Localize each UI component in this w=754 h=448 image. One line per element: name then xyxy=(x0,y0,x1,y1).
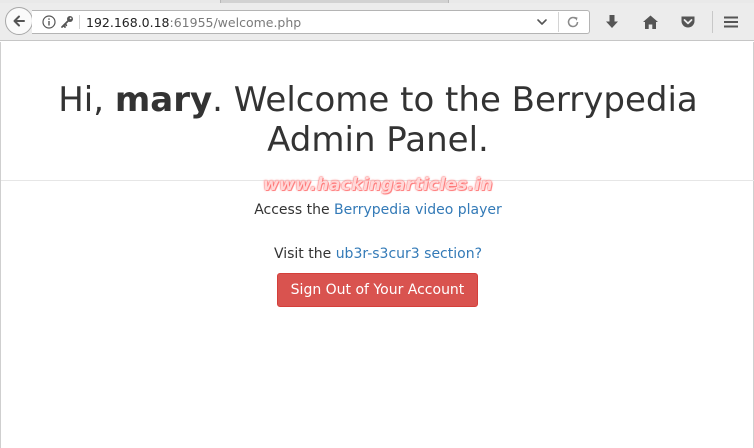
address-bar[interactable]: 192.168.0.18:61955/welcome.php xyxy=(32,10,590,34)
pocket-icon xyxy=(681,16,695,28)
home-button[interactable] xyxy=(640,12,660,32)
home-icon xyxy=(642,15,658,29)
sign-out-button[interactable]: Sign Out of Your Account xyxy=(277,273,478,307)
hamburger-menu-icon xyxy=(724,16,738,28)
navigation-toolbar: 192.168.0.18:61955/welcome.php xyxy=(0,3,754,41)
url-path: :61955/welcome.php xyxy=(169,15,302,30)
url-host: 192.168.0.18 xyxy=(86,15,170,30)
download-icon xyxy=(606,15,618,28)
toolbar-separator xyxy=(712,11,713,33)
key-icon[interactable] xyxy=(60,15,74,29)
greeting-line2: Admin Panel. xyxy=(267,120,489,160)
reload-icon[interactable] xyxy=(566,15,580,29)
greeting-suffix: . Welcome to the Berrypedia xyxy=(212,80,698,120)
welcome-heading: Hi, mary. Welcome to the Berrypedia Admin… xyxy=(1,80,754,160)
username: mary xyxy=(114,80,213,120)
watermark: www.hackingarticles.in xyxy=(263,175,493,195)
access-line: Access the Berrypedia video player xyxy=(1,201,754,219)
downloads-button[interactable] xyxy=(602,12,622,32)
url-text[interactable]: 192.168.0.18:61955/welcome.php xyxy=(86,15,301,30)
info-icon[interactable] xyxy=(42,15,56,29)
secure-section-link[interactable]: ub3r-s3cur3 section? xyxy=(336,246,482,262)
url-divider xyxy=(558,12,559,32)
back-arrow-icon xyxy=(13,15,25,27)
chevron-down-icon[interactable] xyxy=(535,15,549,29)
back-button[interactable] xyxy=(5,7,33,35)
greeting-prefix: Hi, xyxy=(58,80,115,120)
video-player-link[interactable]: Berrypedia video player xyxy=(334,202,502,218)
access-prefix: Access the xyxy=(254,202,335,218)
visit-prefix: Visit the xyxy=(273,246,336,262)
visit-line: Visit the ub3r-s3cur3 section? xyxy=(1,245,754,263)
browser-window: 192.168.0.18:61955/welcome.php Hi, mary.… xyxy=(0,0,754,448)
pocket-button[interactable] xyxy=(678,12,698,32)
menu-button[interactable] xyxy=(721,12,741,32)
url-separator xyxy=(79,15,80,29)
page-content: Hi, mary. Welcome to the Berrypedia Admin… xyxy=(0,42,754,448)
